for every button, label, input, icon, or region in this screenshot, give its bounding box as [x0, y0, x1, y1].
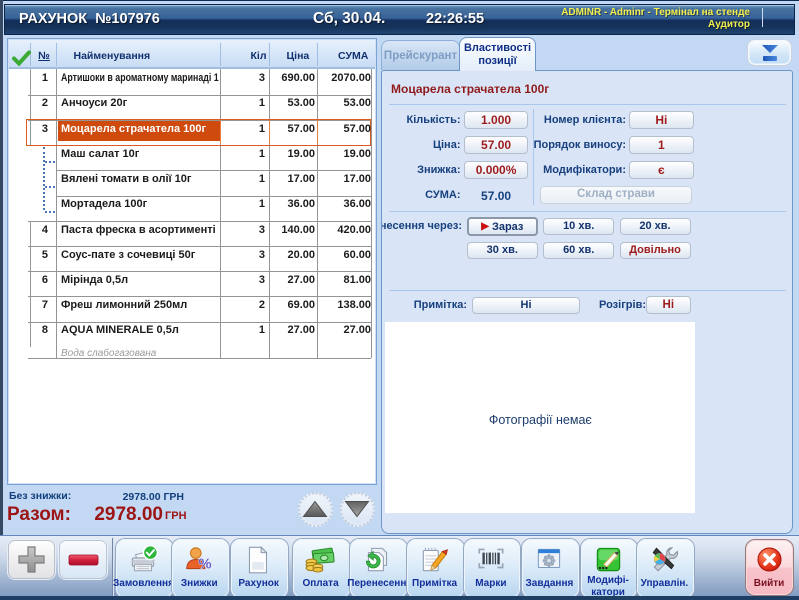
- svg-text:%: %: [198, 556, 211, 572]
